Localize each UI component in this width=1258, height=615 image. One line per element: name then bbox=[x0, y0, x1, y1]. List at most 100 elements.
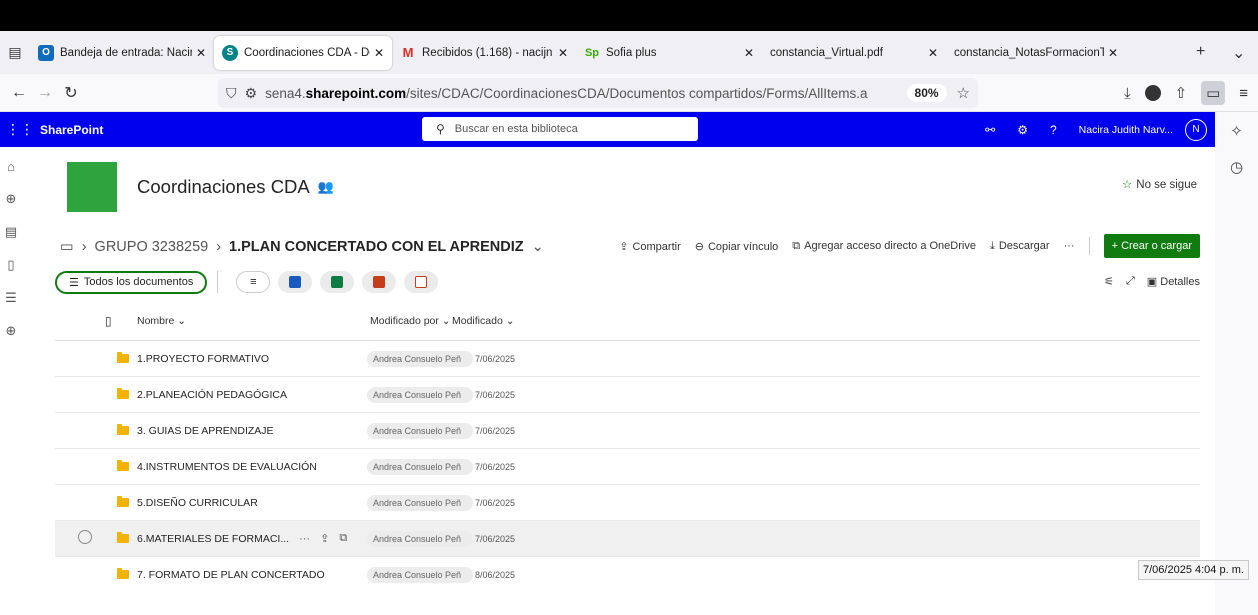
breadcrumb-current[interactable]: 1.PLAN CONCERTADO CON EL APRENDIZ bbox=[229, 239, 524, 255]
bookmark-star-icon[interactable]: ☆ bbox=[957, 84, 970, 102]
follow-button[interactable]: ☆ No se sigue bbox=[1122, 177, 1197, 191]
share-icon[interactable]: ⇧ bbox=[1175, 84, 1188, 102]
close-tab-icon[interactable]: ✕ bbox=[1108, 46, 1118, 60]
breadcrumb-parent[interactable]: GRUPO 3238259 bbox=[95, 239, 209, 255]
modified-by-chip[interactable]: Andrea Consuelo Peñ bbox=[367, 350, 473, 367]
file-type-icon[interactable]: ▯ bbox=[95, 314, 137, 328]
avatar[interactable]: N bbox=[1185, 118, 1207, 141]
copy-link-button[interactable]: ⊖ Copiar vínculo bbox=[695, 240, 779, 253]
site-title[interactable]: Coordinaciones CDA bbox=[137, 176, 310, 198]
list-item[interactable]: 3. GUIAS DE APRENDIZAJE Andrea Consuelo … bbox=[55, 413, 1200, 449]
command-actions: ⇪ Compartir ⊖ Copiar vínculo ⧉ Agregar acce… bbox=[619, 234, 1200, 258]
modified-by-chip[interactable]: Andrea Consuelo Peñ bbox=[367, 530, 473, 547]
select-radio[interactable] bbox=[78, 530, 92, 544]
filter-powerpoint-button[interactable] bbox=[362, 271, 397, 293]
close-tab-icon[interactable]: ✕ bbox=[928, 46, 938, 60]
share-button[interactable]: ⇪ Compartir bbox=[619, 240, 681, 253]
list-item[interactable]: 4.INSTRUMENTOS DE EVALUACIÓN Andrea Cons… bbox=[55, 449, 1200, 485]
create-icon[interactable]: ⊕ bbox=[6, 323, 17, 339]
expand-icon[interactable]: ⤢ bbox=[1126, 275, 1135, 288]
divider bbox=[1088, 237, 1090, 255]
view-options-icon[interactable]: ⚟ bbox=[1104, 275, 1114, 288]
sparkle-icon[interactable]: ✧ bbox=[1230, 122, 1243, 140]
tab-sofia[interactable]: Sp Sofia plus ✕ bbox=[576, 36, 762, 70]
folder-icon bbox=[117, 387, 129, 399]
create-upload-button[interactable]: + Crear o cargar bbox=[1103, 234, 1200, 258]
menu-icon[interactable]: ≡ bbox=[1239, 85, 1248, 102]
chevron-down-icon[interactable]: ⌄ bbox=[1232, 43, 1245, 63]
reload-icon[interactable]: ↻ bbox=[58, 83, 84, 103]
download-icon[interactable]: ⤓ bbox=[1124, 85, 1131, 102]
folder-icon bbox=[117, 495, 129, 507]
close-tab-icon[interactable]: ✕ bbox=[558, 46, 568, 60]
share-icon: ⇪ bbox=[619, 240, 629, 253]
gmail-icon: M bbox=[402, 45, 414, 60]
suite-actions: ⚯ ⚙ ? Nacira Judith Narv... N bbox=[985, 112, 1207, 147]
history-icon[interactable]: ◷ bbox=[1230, 158, 1243, 176]
list-item[interactable]: 2.PLANEACIÓN PEDAGÓGICA Andrea Consuelo … bbox=[55, 377, 1200, 413]
list-item[interactable]: 5.DISEÑO CURRICULAR Andrea Consuelo Peñ … bbox=[55, 485, 1200, 521]
list-item[interactable]: 1.PROYECTO FORMATIVO Andrea Consuelo Peñ… bbox=[55, 341, 1200, 377]
tab-gmail[interactable]: M Recibidos (1.168) - nacijn ✕ bbox=[392, 36, 576, 70]
chevron-down-icon[interactable]: ⌄ bbox=[532, 239, 544, 255]
list-item[interactable]: 7. FORMATO DE PLAN CONCERTADO Andrea Con… bbox=[55, 557, 1200, 593]
sidebar-panel-icon[interactable]: ▭ bbox=[1201, 81, 1226, 105]
settings-icon[interactable]: ⚙ bbox=[1017, 123, 1028, 137]
modified-by-chip[interactable]: Andrea Consuelo Peñ bbox=[367, 494, 473, 511]
site-logo[interactable] bbox=[67, 162, 117, 212]
library-search-input[interactable]: ⚲ Buscar en esta biblioteca bbox=[422, 117, 698, 141]
folder-outline-icon[interactable]: ▭ bbox=[60, 239, 74, 255]
share-icon[interactable]: ⇪ bbox=[320, 532, 329, 545]
modified-by-chip[interactable]: Andrea Consuelo Peñ bbox=[367, 386, 473, 403]
user-name[interactable]: Nacira Judith Narv... bbox=[1079, 124, 1173, 136]
extension-icon[interactable]: N bbox=[1144, 85, 1161, 102]
home-icon[interactable]: ⌂ bbox=[7, 159, 15, 174]
more-icon[interactable]: ··· bbox=[299, 533, 310, 545]
breadcrumb: ▭ › GRUPO 3238259 › 1.PLAN CONCERTADO CO… bbox=[60, 239, 544, 255]
tab-sharepoint[interactable]: S Coordinaciones CDA - Do ✕ bbox=[214, 35, 392, 70]
forward-icon[interactable]: → bbox=[32, 84, 58, 102]
filter-pdf-button[interactable] bbox=[404, 271, 439, 293]
download-button[interactable]: ⤓ Descargar bbox=[990, 240, 1050, 253]
site-settings-icon[interactable]: ⚙ bbox=[245, 85, 258, 102]
folder-icon bbox=[117, 351, 129, 363]
list-item[interactable]: 6.MATERIALES DE FORMACI... ··· ⇪ ⧉ Andre… bbox=[55, 521, 1200, 557]
filter-button[interactable]: ≡ bbox=[236, 271, 271, 293]
back-icon[interactable]: ← bbox=[6, 84, 32, 102]
modified-by-chip[interactable]: Andrea Consuelo Peñ bbox=[367, 422, 473, 439]
globe-icon[interactable]: ⊕ bbox=[6, 191, 17, 207]
tab-pdf-virtual[interactable]: constancia_Virtual.pdf ✕ bbox=[762, 36, 946, 70]
news-icon[interactable]: ▤ bbox=[5, 224, 17, 240]
sidebar-toggle-icon[interactable]: ▤ bbox=[0, 44, 30, 61]
help-icon[interactable]: ? bbox=[1050, 123, 1057, 137]
more-icon[interactable]: ··· bbox=[1064, 240, 1075, 252]
column-name[interactable]: Nombre ⌄ bbox=[137, 315, 370, 327]
zoom-badge[interactable]: 80% bbox=[906, 84, 947, 102]
url-text: sena4.sharepoint.com/sites/CDAC/Coordina… bbox=[265, 85, 868, 101]
new-tab-icon[interactable]: + bbox=[1196, 43, 1205, 61]
tab-pdf-notas[interactable]: constancia_NotasFormacionT ✕ bbox=[946, 36, 1126, 70]
column-modified[interactable]: Modificado ⌄ bbox=[452, 315, 515, 327]
sharepoint-brand[interactable]: SharePoint bbox=[40, 123, 103, 137]
filter-word-button[interactable] bbox=[278, 271, 313, 293]
column-modified-by[interactable]: Modificado por ⌄ bbox=[370, 315, 452, 327]
modified-by-chip[interactable]: Andrea Consuelo Peñ bbox=[367, 458, 473, 475]
add-shortcut-button[interactable]: ⧉ Agregar acceso directo a OneDrive bbox=[792, 240, 976, 253]
details-button[interactable]: ▣ Detalles bbox=[1147, 275, 1200, 288]
document-icon[interactable]: ▯ bbox=[7, 257, 14, 273]
filter-icon: ≡ bbox=[250, 276, 257, 288]
url-bar[interactable]: ⛉ ⚙ sena4.sharepoint.com/sites/CDAC/Coor… bbox=[218, 78, 978, 108]
close-tab-icon[interactable]: ✕ bbox=[374, 46, 384, 60]
filter-excel-button[interactable] bbox=[320, 271, 355, 293]
date-tooltip: 7/06/2025 4:04 p. m. bbox=[1138, 560, 1249, 580]
share-people-icon[interactable]: ⚯ bbox=[985, 123, 995, 137]
close-tab-icon[interactable]: ✕ bbox=[744, 46, 754, 60]
modified-by-chip[interactable]: Andrea Consuelo Peñ bbox=[367, 567, 473, 583]
tab-outlook[interactable]: O Bandeja de entrada: Nacir ✕ bbox=[30, 36, 214, 70]
shortcut-icon[interactable]: ⧉ bbox=[339, 532, 347, 545]
app-launcher-icon[interactable]: ⋮⋮ bbox=[0, 121, 40, 138]
view-selector[interactable]: ☰ Todos los documentos bbox=[55, 270, 208, 294]
lists-icon[interactable]: ☰ bbox=[5, 290, 17, 306]
close-tab-icon[interactable]: ✕ bbox=[196, 46, 206, 60]
details-icon: ▣ bbox=[1146, 276, 1158, 288]
